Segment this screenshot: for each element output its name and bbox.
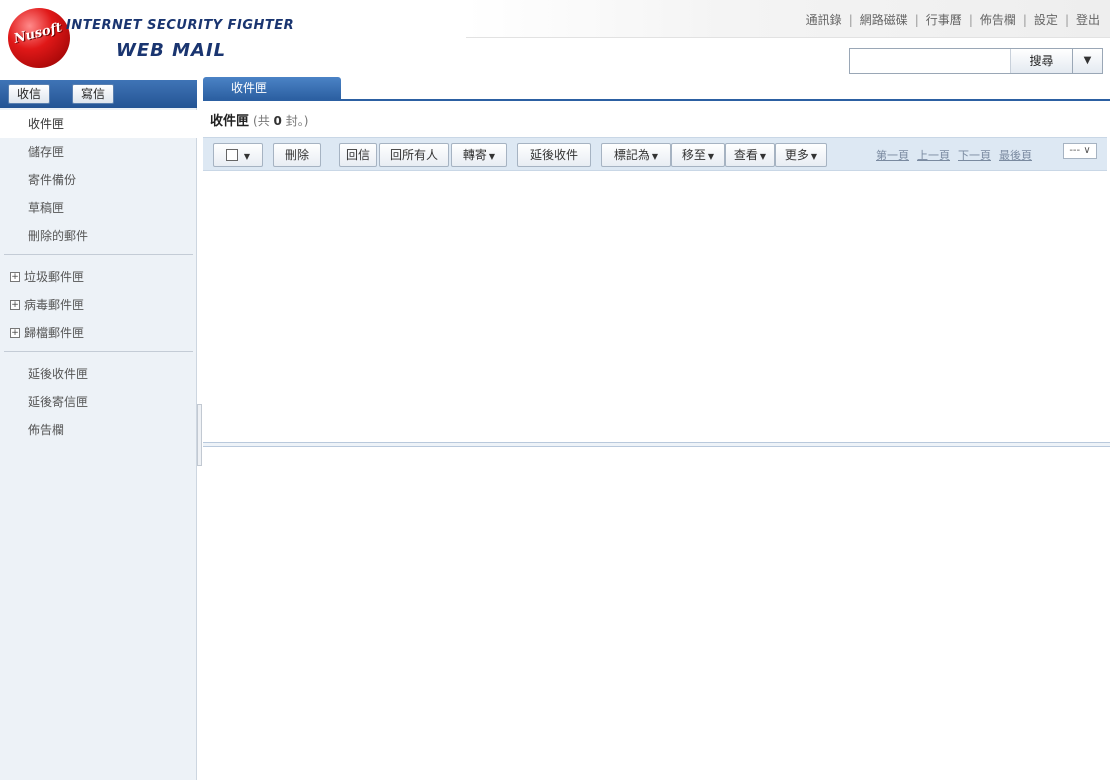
chevron-down-icon: ▼ xyxy=(651,152,659,161)
prev-page-link[interactable]: 上一頁 xyxy=(917,147,950,163)
sidebar-item-virus[interactable]: + 病毒郵件匣 xyxy=(0,291,197,319)
chevron-down-icon: ▼ xyxy=(707,152,715,161)
defer-receive-button[interactable]: 延後收件 xyxy=(517,143,591,167)
sidebar-item-saved[interactable]: 儲存匣 xyxy=(0,138,197,166)
next-page-link[interactable]: 下一頁 xyxy=(958,147,991,163)
first-page-link[interactable]: 第一頁 xyxy=(876,147,909,163)
top-link-contacts[interactable]: 通訊錄 xyxy=(806,11,842,28)
chevron-down-icon: ▼ xyxy=(488,152,496,161)
sidebar: 收信 寫信 收件匣 儲存匣 寄件備份 草稿匣 刪除的郵件 + 垃圾郵件匣 + 病毒郵… xyxy=(0,80,197,780)
pager: 第一頁 上一頁 下一頁 最後頁 xyxy=(876,147,1040,163)
move-to-button[interactable]: 移至 ▼ xyxy=(671,143,725,167)
sidebar-item-inbox[interactable]: 收件匣 xyxy=(0,110,197,138)
compose-button[interactable]: 寫信 xyxy=(72,84,115,104)
sidebar-item-deleted[interactable]: 刪除的郵件 xyxy=(0,222,197,250)
receive-button[interactable]: 收信 xyxy=(8,84,51,104)
sidebar-item-bulletin[interactable]: 佈告欄 xyxy=(0,416,197,444)
delete-button[interactable]: 刪除 xyxy=(273,143,321,167)
sidebar-splitter[interactable] xyxy=(197,404,202,466)
top-links: 通訊錄 | 網路磁碟 | 行事曆 | 佈告欄 | 設定 | 登出 xyxy=(805,11,1100,28)
sidebar-item-deferred-inbox[interactable]: 延後收件匣 xyxy=(0,360,197,388)
tab-inbox[interactable]: 收件匣 xyxy=(203,77,341,99)
top-link-bulletin[interactable]: 佈告欄 xyxy=(980,11,1016,28)
expand-plus-icon[interactable]: + xyxy=(10,328,20,338)
logo-line2: WEB MAIL xyxy=(116,40,227,61)
sidebar-item-sent[interactable]: 寄件備份 xyxy=(0,166,197,194)
chevron-down-icon: ▼ xyxy=(759,152,767,161)
sidebar-divider xyxy=(4,254,193,255)
folder-title: 收件匣 (共 0 封。) xyxy=(210,110,308,129)
tab-underline xyxy=(203,99,1110,101)
tab-bar: 收件匣 xyxy=(203,77,1110,101)
expand-plus-icon[interactable]: + xyxy=(10,272,20,282)
checkbox-icon[interactable] xyxy=(226,148,238,161)
sidebar-item-label: 垃圾郵件匣 xyxy=(24,270,85,284)
view-button[interactable]: 查看 ▼ xyxy=(725,143,775,167)
top-link-calendar[interactable]: 行事曆 xyxy=(926,11,962,28)
sidebar-item-archive[interactable]: + 歸檔郵件匣 xyxy=(0,319,197,347)
reply-all-button[interactable]: 回所有人 xyxy=(379,143,449,167)
search-input[interactable] xyxy=(850,49,1010,73)
folder-list: 收件匣 儲存匣 寄件備份 草稿匣 刪除的郵件 + 垃圾郵件匣 + 病毒郵件匣 + 歸檔… xyxy=(0,110,197,444)
forward-button[interactable]: 轉寄 ▼ xyxy=(451,143,507,167)
sidebar-item-deferred-outbox[interactable]: 延後寄信匣 xyxy=(0,388,197,416)
folder-name: 收件匣 xyxy=(210,114,250,129)
search-box: 搜尋 ▼ xyxy=(849,48,1103,74)
message-list xyxy=(203,172,1110,442)
select-all-dropdown[interactable]: ▼ xyxy=(213,143,263,167)
sidebar-item-label: 歸檔郵件匣 xyxy=(24,326,85,340)
search-dropdown-icon[interactable]: ▼ xyxy=(1072,49,1102,73)
expand-plus-icon[interactable]: + xyxy=(10,300,20,310)
top-link-netdisk[interactable]: 網路磁碟 xyxy=(860,11,908,28)
chevron-down-icon: ▼ xyxy=(243,152,250,161)
mail-toolbar: ▼ 刪除 回信 回所有人 轉寄 ▼ 延後收件 標記為 ▼ 移至 ▼ 查看 ▼ 更多 ▼ 第… xyxy=(203,137,1107,171)
logo-line1: INTERNET SECURITY FIGHTER xyxy=(66,18,295,33)
sidebar-divider xyxy=(4,351,193,352)
chevron-down-icon: ▼ xyxy=(810,152,818,161)
top-link-settings[interactable]: 設定 xyxy=(1034,11,1058,28)
sidebar-item-spam[interactable]: + 垃圾郵件匣 xyxy=(0,263,197,291)
logo: Nusoft INTERNET SECURITY FIGHTER WEB MAI… xyxy=(4,6,304,72)
top-link-logout[interactable]: 登出 xyxy=(1076,11,1100,28)
more-button[interactable]: 更多 ▼ xyxy=(775,143,827,167)
last-page-link[interactable]: 最後頁 xyxy=(999,147,1032,163)
sidebar-toolbar: 收信 寫信 xyxy=(0,80,197,108)
reply-button[interactable]: 回信 xyxy=(339,143,377,167)
search-button[interactable]: 搜尋 xyxy=(1010,49,1072,73)
sidebar-item-label: 病毒郵件匣 xyxy=(24,298,85,312)
preview-pane xyxy=(203,447,1110,780)
message-count: (共 0 封。) xyxy=(253,114,309,128)
page-select[interactable]: --- ∨ xyxy=(1063,143,1097,159)
sidebar-item-drafts[interactable]: 草稿匣 xyxy=(0,194,197,222)
mark-as-button[interactable]: 標記為 ▼ xyxy=(601,143,671,167)
header: Nusoft INTERNET SECURITY FIGHTER WEB MAI… xyxy=(0,0,1110,76)
